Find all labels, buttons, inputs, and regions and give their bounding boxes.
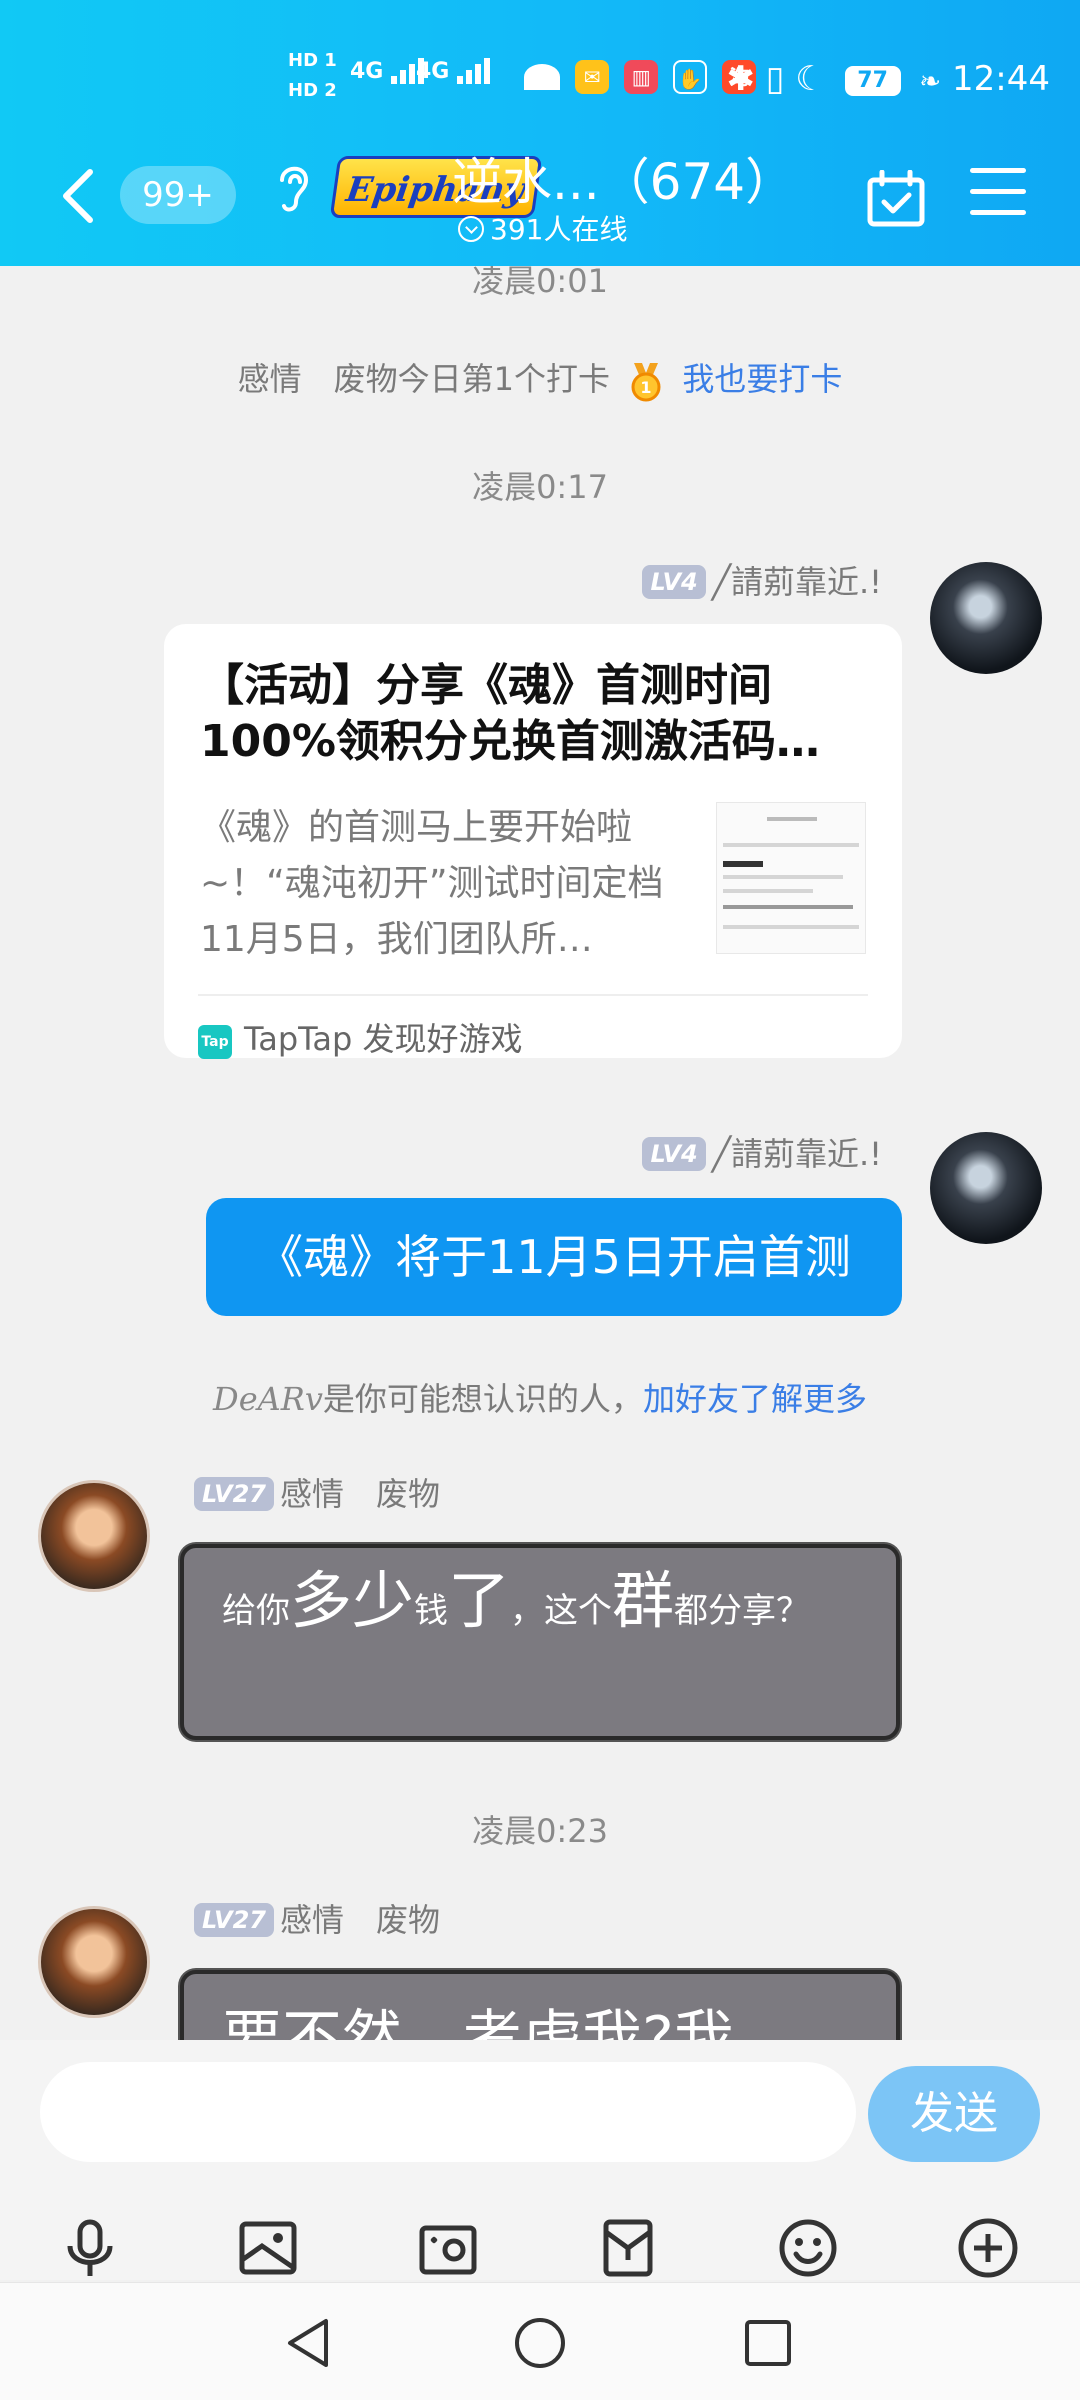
- text-part: 多少: [290, 1564, 415, 1637]
- online-count[interactable]: 391人在线: [458, 210, 627, 250]
- text-part: 群: [612, 1564, 675, 1637]
- toolbar: [0, 2216, 1080, 2278]
- system-status: ✱ ▯ ☾ 77 ❧ 12:44: [726, 54, 1050, 107]
- text-part: 给你: [222, 1591, 290, 1631]
- suggested-user[interactable]: DeARv: [213, 1380, 323, 1418]
- emoji-icon[interactable]: [776, 2216, 840, 2280]
- camera-icon[interactable]: [416, 2216, 480, 2280]
- moon-icon: ☾: [795, 59, 826, 99]
- checkin-notice: 感情 废物今日第1个打卡 1 我也要打卡: [0, 354, 1080, 403]
- vibrate-icon: ▯: [765, 59, 785, 99]
- net1-label: 4G: [350, 59, 384, 84]
- avatar[interactable]: [930, 1132, 1042, 1244]
- message-bubble[interactable]: 给你多少钱了，这个群都分享？: [180, 1544, 900, 1740]
- add-friend-link[interactable]: 加好友了解更多: [643, 1380, 867, 1418]
- level-badge: LV27: [194, 1903, 274, 1937]
- nav-home-icon[interactable]: [510, 2313, 570, 2373]
- red-packet-icon[interactable]: [596, 2216, 660, 2280]
- checkin-link[interactable]: 我也要打卡: [682, 360, 842, 398]
- hd-indicator: HD 1 HD 2: [288, 46, 337, 106]
- friend-suggestion: DeARv是你可能想认识的人，加好友了解更多: [0, 1374, 1080, 1420]
- medal-icon: 1: [631, 363, 661, 402]
- text-part: 都分享？: [674, 1591, 811, 1631]
- input-bar: 发送: [0, 2040, 1080, 2280]
- message-bubble[interactable]: 要不然…考虑我?我: [180, 1970, 900, 2040]
- message-text: 要不然…考虑我?我: [222, 2004, 734, 2040]
- signal-2-icon: 4G: [416, 58, 493, 98]
- battery-icon: 77: [844, 65, 901, 96]
- avatar[interactable]: [38, 1480, 150, 1592]
- system-nav-bar: [0, 2282, 1080, 2400]
- card-title: 【活动】分享《魂》首测时间100%领积分兑换首测激活码…: [200, 660, 820, 767]
- level-badge: LV27: [194, 1477, 274, 1511]
- level-badge: LV4: [642, 565, 706, 599]
- chat-header: 99+ Epiphany 逆水...（674） 391人在线: [0, 130, 1080, 266]
- image-icon[interactable]: [236, 2216, 300, 2280]
- message-input[interactable]: [40, 2062, 856, 2162]
- mail-icon: ✉: [575, 60, 610, 94]
- ear-icon[interactable]: [274, 160, 314, 216]
- status-bar: HD 1 HD 2 4G 4G ✉ ▥ ✋ 淘 ✱ ▯ ☾ 77 ❧ 12:44: [0, 40, 1080, 120]
- clock: 12:44: [952, 59, 1050, 99]
- plus-icon[interactable]: [956, 2216, 1020, 2280]
- nav-recents-icon[interactable]: [738, 2313, 798, 2373]
- unread-badge[interactable]: 99+: [120, 166, 236, 224]
- hand-icon: ✋: [673, 60, 708, 94]
- back-arrow-icon[interactable]: [58, 166, 98, 226]
- hd2-label: HD 2: [288, 80, 337, 101]
- chevron-down-icon: [458, 216, 484, 242]
- text-part: 钱: [414, 1591, 449, 1631]
- sender-name: LV4 ╱請莂靠近.!: [642, 560, 882, 604]
- svg-text:1: 1: [641, 378, 652, 397]
- sender-name: LV27 感情 废物: [194, 1898, 440, 1942]
- card-description: 《魂》的首测马上要开始啦~！“魂沌初开”测试时间定档11月5日，我们团队所…: [200, 807, 664, 960]
- send-button[interactable]: 发送: [868, 2066, 1040, 2162]
- hd1-label: HD 1: [288, 50, 337, 71]
- net2-label: 4G: [416, 59, 450, 84]
- top-bar: HD 1 HD 2 4G 4G ✉ ▥ ✋ 淘 ✱ ▯ ☾ 77 ❧ 12:44: [0, 0, 1080, 266]
- leaf-icon: ❧: [919, 67, 942, 97]
- card-thumbnail: [716, 802, 866, 954]
- timestamp: 凌晨0:23: [472, 1812, 608, 1850]
- timestamp: 凌晨0:17: [472, 468, 608, 506]
- checkin-text: 感情 废物今日第1个打卡: [237, 360, 610, 398]
- online-count-label: 391人在线: [490, 213, 628, 246]
- text-part: 了: [448, 1564, 511, 1637]
- message-text: 给你多少钱了，这个群都分享？: [184, 1548, 896, 1664]
- message-bubble[interactable]: 《魂》将于11月5日开启首测: [206, 1198, 902, 1316]
- taptap-icon: Tap: [198, 1025, 232, 1059]
- nickname: ╱請莂靠近.!: [711, 1135, 882, 1173]
- book-icon: ▥: [624, 60, 659, 94]
- menu-icon[interactable]: [970, 168, 1026, 218]
- shared-link-card[interactable]: 【活动】分享《魂》首测时间100%领积分兑换首测激活码… 《魂》的首测马上要开始…: [164, 624, 902, 1060]
- calendar-checkin-icon[interactable]: [866, 170, 926, 228]
- bluetooth-icon: ✱: [726, 59, 755, 99]
- card-source-label: TapTap 发现好游戏: [244, 1020, 523, 1058]
- microphone-icon[interactable]: [58, 2216, 122, 2280]
- text-part: ，: [510, 1591, 545, 1631]
- sender-name: LV27 感情 废物: [194, 1472, 440, 1516]
- suggestion-text: 是你可能想认识的人，: [322, 1380, 643, 1418]
- nickname: 感情 废物: [279, 1475, 440, 1513]
- group-title[interactable]: 逆水...（674）: [452, 146, 795, 218]
- avatar[interactable]: [38, 1906, 150, 2018]
- nickname: ╱請莂靠近.!: [711, 563, 882, 601]
- nav-back-icon[interactable]: [280, 2313, 340, 2373]
- avatar[interactable]: [930, 562, 1042, 674]
- text-part: 这个: [544, 1591, 613, 1631]
- chat-area[interactable]: 凌晨0:01 感情 废物今日第1个打卡 1 我也要打卡 凌晨0:17 LV4 ╱請…: [0, 266, 1080, 2040]
- nickname: 感情 废物: [279, 1901, 440, 1939]
- card-source: Tap TapTap 发现好游戏: [198, 994, 868, 1060]
- sender-name: LV4 ╱請莂靠近.!: [642, 1132, 882, 1176]
- timestamp: 凌晨0:01: [472, 266, 608, 300]
- level-badge: LV4: [642, 1137, 706, 1171]
- wifi-icon: [524, 64, 560, 90]
